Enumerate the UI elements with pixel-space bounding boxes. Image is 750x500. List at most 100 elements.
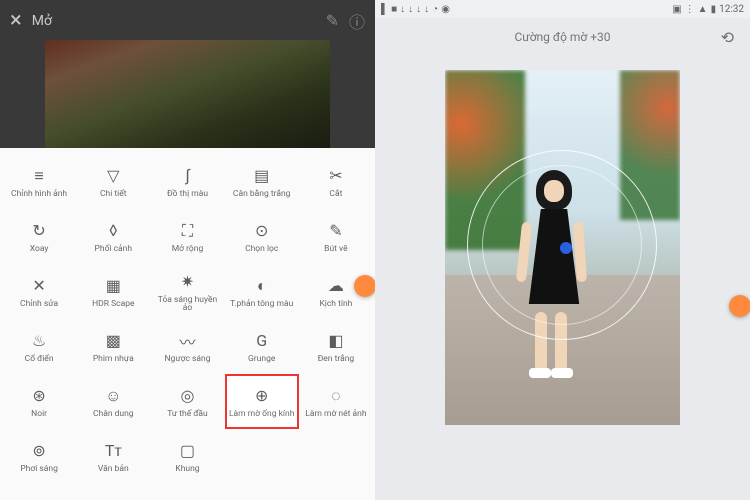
curves-icon: ∫ [176, 165, 198, 187]
tool-label: Phơi sáng [18, 465, 60, 474]
photo-canvas[interactable] [445, 70, 680, 425]
bw-icon: ◧ [325, 330, 347, 352]
tool-label: Tỏa sáng huyền ảo [150, 296, 224, 313]
blur-control-bar: Cường độ mờ +30 ⟲ [375, 18, 750, 56]
noir-icon: ⊛ [28, 385, 50, 407]
tool-label: Phối cảnh [93, 245, 135, 254]
tool-tune[interactable]: ≡ Chỉnh hình ảnh [2, 154, 76, 209]
photo [445, 70, 680, 425]
download-icon: ↓ [400, 4, 405, 15]
fab-button[interactable] [354, 275, 376, 297]
tool-label: Grunge [246, 355, 277, 364]
tool-perspective[interactable]: ◊ Phối cảnh [76, 209, 150, 264]
details-icon: ▽ [102, 165, 124, 187]
left-screenshot: × Mở ✎ ⓘ ≡ Chỉnh hình ảnh ▽ Chi tiết ∫Đồ thị… [0, 0, 375, 500]
whitebalance-icon: ▤ [251, 165, 273, 187]
circle-icon: ◉ [441, 4, 450, 15]
download-icon: ↓ [416, 4, 421, 15]
brush-icon: ✎ [325, 220, 347, 242]
tool-retrolux[interactable]: 〰 Ngược sáng [150, 319, 224, 374]
rotate-icon[interactable]: ⟲ [721, 28, 734, 47]
selective-icon: ⊙ [251, 220, 273, 242]
drama-icon: ☁ [325, 275, 347, 297]
status-bar: ▌ ■ ↓ ↓ ↓ ↓ ◔ ◉ ▣ ⋮ ▲ ▮ 12:32 [375, 0, 750, 18]
tool-glow[interactable]: ⊚ Phơi sáng [2, 429, 76, 484]
tool-label: Xoay [28, 245, 51, 254]
right-screenshot: ▌ ■ ↓ ↓ ↓ ↓ ◔ ◉ ▣ ⋮ ▲ ▮ 12:32 Cường độ m… [375, 0, 750, 500]
signal-icon: ▲ [698, 4, 708, 15]
grainy-icon: ▩ [102, 330, 124, 352]
grunge-icon: G [251, 330, 273, 352]
tool-label: Bút vẽ [322, 245, 349, 254]
tool-grainy[interactable]: ▩ Phim nhựa [76, 319, 150, 374]
tool-hdr[interactable]: ▦ HDR Scape [76, 264, 150, 319]
tool-glamour[interactable]: ✷ Tỏa sáng huyền ảo [150, 264, 224, 319]
tool-expand[interactable]: ⛶Mở rộng [150, 209, 224, 264]
top-title: Mở [32, 13, 316, 29]
tool-label: Làm mờ ống kính [227, 410, 296, 419]
tool-label: Cân bằng trắng [231, 190, 293, 199]
tool-label: Ngược sáng [162, 355, 212, 364]
tool-label: Noir [29, 410, 49, 419]
cast-icon: ▣ [672, 4, 681, 15]
cloud-icon: ◔ [432, 4, 438, 15]
blur-center-handle[interactable] [560, 242, 572, 254]
tool-label: Đen trắng [316, 355, 357, 364]
tool-label: HDR Scape [90, 300, 136, 309]
fab-button[interactable] [729, 295, 750, 317]
tool-portrait[interactable]: ☺Chân dung [76, 374, 150, 429]
tool-details[interactable]: ▽ Chi tiết [76, 154, 150, 209]
tool-vintage[interactable]: ♨Cổ điển [2, 319, 76, 374]
perspective-icon: ◊ [102, 220, 124, 242]
tool-curves[interactable]: ∫Đồ thị màu [150, 154, 224, 209]
tool-label: Chân dung [91, 410, 136, 419]
camera-icon: ■ [391, 4, 397, 15]
left-top-bar: × Mở ✎ ⓘ [0, 0, 375, 41]
tool-headpose[interactable]: ◎Tư thế đầu [150, 374, 224, 429]
tools-grid: ≡ Chỉnh hình ảnh ▽ Chi tiết ∫Đồ thị màu ▤ Cân … [0, 148, 375, 500]
tool-label: Chỉnh hình ảnh [9, 190, 69, 199]
hdr-icon: ▦ [102, 275, 124, 297]
download-icon: ↓ [408, 4, 413, 15]
frames-icon: ▢ [176, 440, 198, 462]
tool-frames[interactable]: ▢Khung [150, 429, 224, 484]
tool-grunge[interactable]: G Grunge [225, 319, 299, 374]
headpose-icon: ◎ [176, 385, 198, 407]
status-right-icons: ▣ ⋮ ▲ ▮ 12:32 [672, 4, 744, 15]
vignette-icon: ◌ [325, 385, 347, 407]
tool-label: Phim nhựa [91, 355, 136, 364]
retrolux-icon: 〰 [176, 330, 198, 352]
tool-label: Văn bản [96, 465, 131, 474]
text-icon: Tᴛ [102, 440, 124, 462]
tool-crop[interactable]: ✂Cắt [299, 154, 373, 209]
tool-label: Làm mờ nét ảnh [303, 410, 368, 419]
download-icon: ↓ [424, 4, 429, 15]
tool-label: Cổ điển [23, 355, 56, 364]
tool-rotate[interactable]: ↻ Xoay [2, 209, 76, 264]
tool-text[interactable]: Tᴛ Văn bản [76, 429, 150, 484]
edit-icon[interactable]: ✎ [326, 11, 339, 30]
tool-lensblur[interactable]: ⊕ Làm mờ ống kính [225, 374, 299, 429]
tool-label: Chi tiết [98, 190, 129, 199]
tonal-icon: ◐ [251, 275, 273, 297]
status-left-icons: ▌ ■ ↓ ↓ ↓ ↓ ◔ ◉ [381, 4, 450, 15]
glow-icon: ⊚ [28, 440, 50, 462]
tool-healing[interactable]: ✕Chỉnh sửa [2, 264, 76, 319]
tool-bw[interactable]: ◧ Đen trắng [299, 319, 373, 374]
tool-whitebalance[interactable]: ▤ Cân bằng trắng [225, 154, 299, 209]
close-icon[interactable]: × [10, 8, 22, 33]
glamour-icon: ✷ [176, 271, 198, 293]
tool-label: Cắt [327, 190, 344, 199]
tool-label: Kịch tính [317, 300, 354, 309]
tool-selective[interactable]: ⊙Chọn lọc [225, 209, 299, 264]
preview-image [45, 40, 330, 148]
tool-tonal[interactable]: ◐T.phản tông màu [225, 264, 299, 319]
tool-noir[interactable]: ⊛ Noir [2, 374, 76, 429]
tool-vignette[interactable]: ◌ Làm mờ nét ảnh [299, 374, 373, 429]
rotate-icon: ↻ [28, 220, 50, 242]
lensblur-icon: ⊕ [251, 385, 273, 407]
tool-brush[interactable]: ✎ Bút vẽ [299, 209, 373, 264]
healing-icon: ✕ [28, 275, 50, 297]
tune-icon: ≡ [28, 165, 50, 187]
info-icon[interactable]: ⓘ [349, 9, 365, 33]
